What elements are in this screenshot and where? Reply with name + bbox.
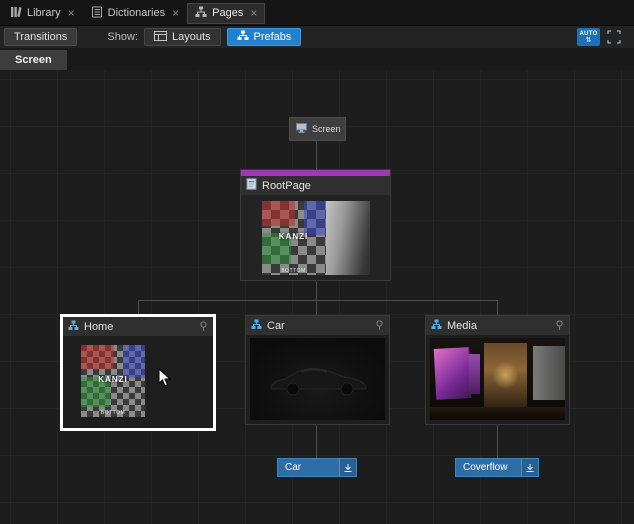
panel-tab-bar: Library × Dictionaries × Pages × bbox=[0, 0, 634, 25]
show-label: Show: bbox=[107, 31, 138, 43]
media-coverart-left bbox=[434, 347, 472, 400]
close-icon[interactable]: × bbox=[172, 7, 179, 19]
apply-state-icon bbox=[521, 459, 538, 476]
thumb-blue-overlay bbox=[123, 345, 145, 378]
node-screen[interactable]: Screen bbox=[289, 117, 346, 141]
close-icon[interactable]: × bbox=[250, 7, 257, 19]
tab-label: Dictionaries bbox=[108, 7, 165, 19]
prefabs-icon bbox=[237, 30, 249, 44]
state-button-coverflow[interactable]: Coverflow bbox=[455, 458, 539, 477]
monitor-icon bbox=[296, 123, 307, 135]
car-header: Car bbox=[246, 316, 389, 335]
media-wall bbox=[533, 346, 565, 400]
pin-icon[interactable] bbox=[375, 320, 384, 331]
state-button-car[interactable]: Car bbox=[277, 458, 357, 477]
car-thumbnail bbox=[250, 338, 385, 420]
transitions-label: Transitions bbox=[14, 31, 67, 43]
toolbar-right-group: AUTO ⇅ bbox=[577, 28, 630, 46]
layouts-toggle[interactable]: Layouts bbox=[144, 28, 221, 46]
rootpage-thumbnail-area: KANZI BOTTOM bbox=[241, 195, 390, 280]
bottom-label: BOTTOM bbox=[262, 268, 326, 274]
thumb-gradient-panel bbox=[326, 201, 370, 275]
tab-dictionaries[interactable]: Dictionaries × bbox=[83, 3, 187, 24]
connector-home-stub bbox=[138, 300, 139, 314]
media-glow bbox=[492, 361, 519, 389]
thumb-red-overlay bbox=[262, 201, 295, 226]
tab-label: Library bbox=[27, 7, 61, 19]
node-home[interactable]: Home KANZI BOTTOM bbox=[60, 314, 216, 431]
pages-panel: Library × Dictionaries × Pages × Transit… bbox=[0, 0, 634, 524]
prefabs-label: Prefabs bbox=[254, 31, 292, 43]
screen-view-tab-label: Screen bbox=[15, 54, 52, 66]
node-car-label: Car bbox=[267, 320, 285, 332]
home-thumbnail-area: KANZI BOTTOM bbox=[63, 336, 213, 428]
tab-pages[interactable]: Pages × bbox=[187, 3, 265, 24]
media-thumbnail-area bbox=[426, 335, 569, 424]
thumb-red-overlay bbox=[81, 345, 114, 369]
car-silhouette bbox=[263, 361, 373, 397]
node-screen-label: Screen bbox=[312, 124, 341, 134]
state-button-coverflow-label: Coverflow bbox=[463, 462, 521, 473]
tab-label: Pages bbox=[212, 7, 243, 19]
library-icon bbox=[10, 6, 22, 21]
prefab-icon bbox=[68, 320, 79, 334]
state-button-car-label: Car bbox=[285, 462, 339, 473]
rootpage-header: RootPage bbox=[241, 176, 390, 195]
transitions-button[interactable]: Transitions bbox=[4, 28, 77, 46]
pin-icon[interactable] bbox=[199, 321, 208, 332]
node-rootpage-label: RootPage bbox=[262, 180, 311, 192]
pin-icon[interactable] bbox=[555, 320, 564, 331]
connector-rootpage-down bbox=[316, 281, 317, 301]
connector-coverflow-button bbox=[497, 425, 498, 458]
node-car[interactable]: Car bbox=[245, 315, 390, 425]
fit-to-view-button[interactable] bbox=[604, 28, 624, 46]
kanzi-label: KANZI bbox=[81, 375, 145, 384]
prefab-icon bbox=[251, 319, 262, 333]
node-home-label: Home bbox=[84, 321, 113, 333]
rootpage-thumbnail: KANZI BOTTOM bbox=[262, 201, 370, 275]
home-header: Home bbox=[63, 317, 213, 336]
auto-arrows-icon: ⇅ bbox=[586, 37, 592, 44]
media-header: Media bbox=[426, 316, 569, 335]
connector-car-button bbox=[316, 425, 317, 458]
fit-to-view-icon bbox=[607, 30, 621, 44]
auto-arrange-button[interactable]: AUTO ⇅ bbox=[577, 28, 600, 46]
node-media-label: Media bbox=[447, 320, 477, 332]
kanzi-checker-thumb: KANZI BOTTOM bbox=[262, 201, 326, 275]
tab-library[interactable]: Library × bbox=[2, 3, 83, 24]
bottom-label: BOTTOM bbox=[81, 410, 145, 416]
page-icon bbox=[246, 178, 257, 193]
prefabs-toggle[interactable]: Prefabs bbox=[227, 28, 302, 46]
media-thumbnail bbox=[430, 338, 565, 420]
node-media[interactable]: Media bbox=[425, 315, 570, 425]
car-thumbnail-area bbox=[246, 335, 389, 424]
node-rootpage[interactable]: RootPage KANZI BOTTOM bbox=[240, 169, 391, 281]
view-strip: Screen bbox=[0, 48, 634, 70]
connector-screen-rootpage bbox=[316, 141, 317, 169]
media-coverart-left2 bbox=[469, 354, 480, 393]
pages-icon bbox=[195, 6, 207, 21]
media-floor bbox=[430, 407, 565, 420]
apply-state-icon bbox=[339, 459, 356, 476]
connector-car-stub bbox=[316, 300, 317, 315]
pages-toolbar: Transitions Show: Layouts Prefabs AUTO ⇅ bbox=[0, 25, 634, 48]
connector-horizontal bbox=[138, 300, 498, 301]
connector-media-stub bbox=[497, 300, 498, 315]
thumb-blue-overlay bbox=[304, 201, 326, 235]
close-icon[interactable]: × bbox=[68, 7, 75, 19]
home-kanzi-thumb: KANZI BOTTOM bbox=[81, 345, 145, 417]
kanzi-label: KANZI bbox=[262, 232, 326, 241]
prefab-icon bbox=[431, 319, 442, 333]
layouts-icon bbox=[154, 31, 167, 44]
screen-view-tab[interactable]: Screen bbox=[0, 50, 67, 70]
page-graph-canvas[interactable]: Screen RootPage KANZI BOTTOM bbox=[0, 70, 634, 524]
dictionaries-icon bbox=[91, 6, 103, 21]
layouts-label: Layouts bbox=[172, 31, 211, 43]
